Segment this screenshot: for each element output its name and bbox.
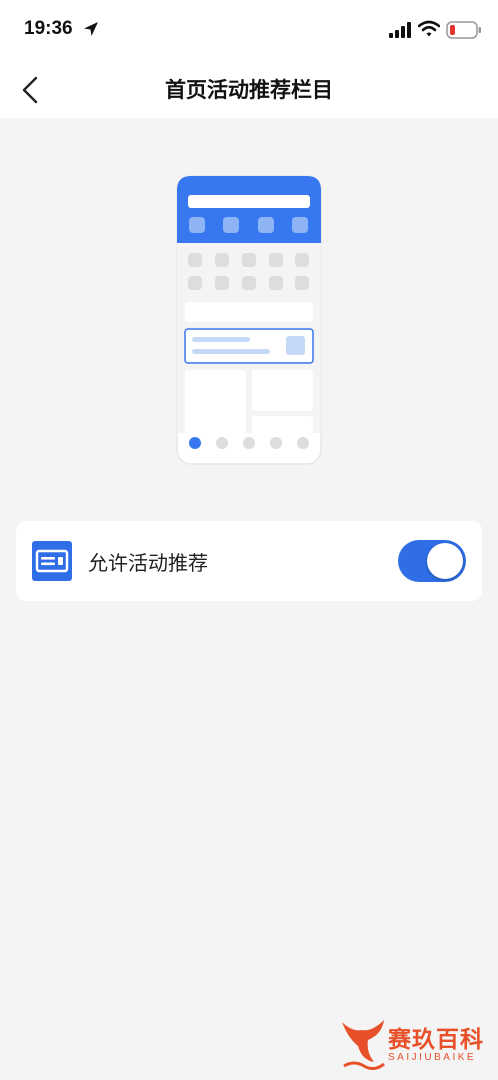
- card-icon: [32, 541, 72, 581]
- status-time: 19:36: [24, 18, 73, 39]
- nav-bar: 首页活动推荐栏目: [0, 60, 498, 118]
- setting-label: 允许活动推荐: [88, 551, 208, 575]
- battery-low-icon: [446, 21, 481, 39]
- cellular-signal-icon: [389, 22, 411, 38]
- page-title: 首页活动推荐栏目: [165, 78, 333, 102]
- location-arrow-icon: [84, 22, 98, 36]
- watermark: 赛玖百科 SAIJIUBAIKE: [338, 1014, 490, 1072]
- activity-recommend-setting-row: 允许活动推荐: [16, 521, 482, 601]
- activity-recommend-toggle[interactable]: [398, 540, 466, 582]
- toggle-knob: [427, 543, 463, 579]
- wifi-icon: [418, 20, 440, 37]
- watermark-text: 赛玖百科: [388, 1027, 484, 1053]
- status-bar: 19:36: [0, 0, 498, 60]
- phone-homepage-illustration: [176, 175, 322, 465]
- watermark-subtext: SAIJIUBAIKE: [388, 1052, 477, 1063]
- whale-tail-logo-icon: [342, 1020, 385, 1070]
